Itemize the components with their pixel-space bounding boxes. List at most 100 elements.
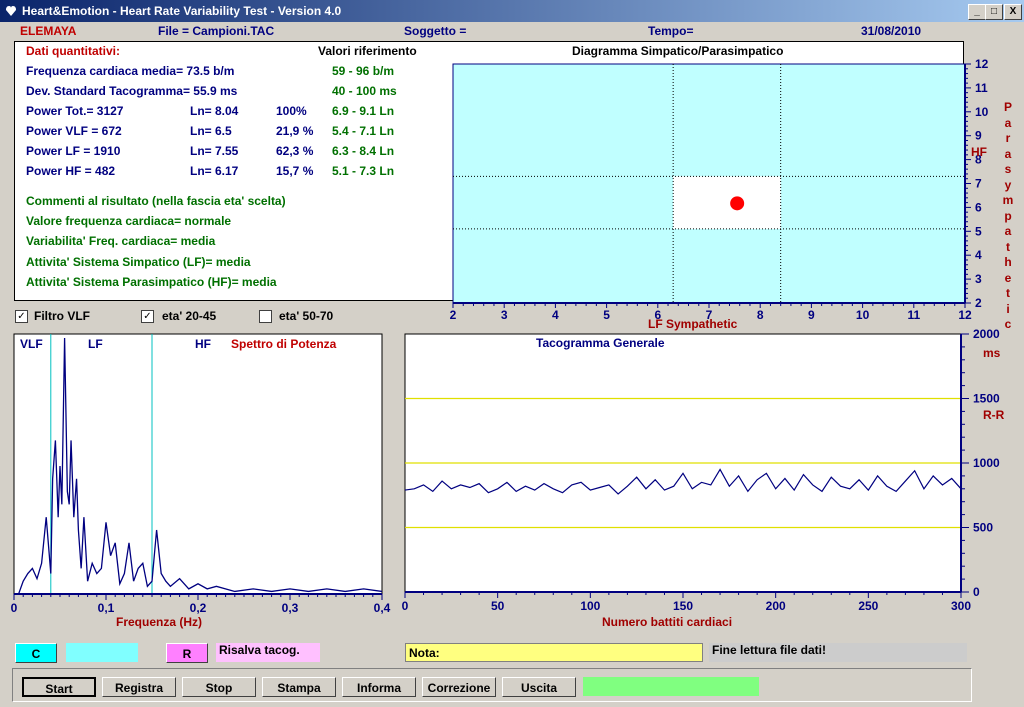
tacogram-rr-label: R-R [983,408,1005,422]
c-color-swatch [66,643,138,662]
diagram-x-tick-label: 9 [808,308,815,322]
power-row-ln: Ln= 6.5 [190,124,232,138]
comment-line: Attivita' Sistema Parasimpatico (HF)= me… [26,275,277,289]
power-row-label: Power VLF = 672 [26,124,122,138]
diagram-y-tick-label: 2 [975,296,982,310]
vlf-filter-label: Filtro VLF [34,309,90,323]
heart-rate-ref: 59 - 96 b/m [332,64,395,78]
diagram-x-tick-label: 10 [856,308,870,322]
minimize-button[interactable]: _ [968,4,986,20]
note-field[interactable]: Nota: [405,643,703,662]
power-row-ref: 6.9 - 9.1 Ln [332,104,395,118]
inform-button[interactable]: Informa [342,677,416,697]
spectrum-x-tick-label: 0,1 [98,601,115,615]
power-row-pct: 62,3 % [276,144,314,158]
close-button[interactable]: X [1004,4,1022,20]
comment-line: Valore frequenza cardiaca= normale [26,214,232,228]
power-row-ln: Ln= 7.55 [190,144,239,158]
diagram-hf-label: HF [971,145,987,159]
tacogram-x-tick-label: 300 [951,599,971,613]
spectrum-x-tick-label: 0,3 [282,601,299,615]
power-spectrum-chart: 0 0,1 0,2 0,3 0,4 [11,333,391,615]
tacogram-unit: ms [983,346,1001,360]
tacogram-title: Tacogramma Generale [536,336,665,350]
diagram-x-tick-label: 11 [907,308,920,322]
diagram-y-tick-label: 7 [975,177,982,191]
age-20-45-label: eta' 20-45 [162,309,217,323]
tacogram-y-tick-label: 500 [973,521,993,535]
record-button[interactable]: Registra [102,677,176,697]
diagram-x-tick-label: 2 [450,308,457,322]
vlf-band-label: VLF [20,337,43,351]
title-bar: Heart&Emotion - Heart Rate Variability T… [0,0,1024,22]
status-field: Fine lettura file dati! [709,643,967,662]
spectrum-xlabel: Frequenza (Hz) [116,615,203,629]
tacogram-x-tick-label: 200 [766,599,786,613]
print-button[interactable]: Stampa [262,677,336,697]
comment-line: Commenti al risultato (nella fascia eta'… [26,194,286,208]
power-row-pct: 100% [276,104,307,118]
tacogram-y-tick-label: 1000 [973,456,1000,470]
quant-heading: Dati quantitativi: [26,44,121,58]
diagram-y-tick-label: 5 [975,224,982,238]
parasympathetic-label: Parasympathetic [1002,100,1014,331]
age-50-70-checkbox[interactable] [259,310,272,323]
spectrum-title: Spettro di Potenza [231,337,337,351]
result-point [730,196,745,211]
tacogram-y-tick-label: 2000 [973,327,1000,341]
tacogram-x-tick-label: 0 [402,599,409,613]
diagram-x-tick-label: 3 [501,308,508,322]
c-button[interactable]: C [15,643,57,663]
age-50-70-label: eta' 50-70 [279,309,334,323]
time-label: Tempo= [648,24,694,38]
correction-button[interactable]: Correzione [422,677,496,697]
spectrum-plot-area [13,333,383,595]
power-row-pct: 21,9 % [276,124,314,138]
diagram-y-tick-label: 11 [975,81,988,95]
tacogram-x-tick-label: 100 [580,599,600,613]
lf-band-label: LF [88,337,103,351]
app-icon [6,6,16,16]
diagram-x-tick-label: 12 [958,308,972,322]
maximize-button[interactable]: □ [985,4,1003,20]
progress-indicator [583,677,759,696]
comment-line: Attivita' Sistema Simpatico (LF)= media [26,255,251,269]
exit-button[interactable]: Uscita [502,677,576,697]
diagram-x-tick-label: 5 [603,308,610,322]
tacogram-x-tick-label: 250 [858,599,878,613]
power-row-ref: 6.3 - 8.4 Ln [332,144,395,158]
power-row-ref: 5.4 - 7.1 Ln [332,124,395,138]
file-label: File = Campioni.TAC [158,24,275,38]
comment-line: Variabilita' Freq. cardiaca= media [26,234,216,248]
power-row-label: Power HF = 482 [26,164,116,178]
tacogram-y-tick-label: 0 [973,585,980,599]
date-label: 31/08/2010 [861,24,922,38]
diagram-y-tick-label: 6 [975,200,982,214]
power-row-label: Power Tot.= 3127 [26,104,124,118]
spectrum-x-tick-label: 0,4 [374,601,391,615]
age-20-45-checkbox[interactable]: ✓ [141,310,154,323]
spectrum-x-tick-label: 0 [11,601,18,615]
tacogram-chart: 0 50 100 150 200 250 300 2000 1500 1000 500 0 [402,327,1000,613]
power-row-pct: 15,7 % [276,164,314,178]
reference-box [673,176,781,229]
tacogram-x-tick-label: 150 [673,599,693,613]
std-dev-ref: 40 - 100 ms [332,84,397,98]
diagram-y-tick-label: 12 [975,57,989,71]
power-row-ln: Ln= 6.17 [190,164,239,178]
heart-rate-text: Frequenza cardiaca media= 73.5 b/m [26,64,235,78]
power-row-ref: 5.1 - 7.3 Ln [332,164,395,178]
sympathetic-diagram: 2 3 4 5 6 7 8 9 10 11 1212111098765432 [450,57,989,322]
diagram-x-tick-label: 8 [757,308,764,322]
diagram-y-tick-label: 9 [975,129,982,143]
diagram-y-tick-label: 10 [975,105,989,119]
save-tacogram-field[interactable]: Risalva tacog. [216,643,320,662]
std-dev-text: Dev. Standard Tacogramma= 55.9 ms [26,84,238,98]
vlf-filter-checkbox[interactable]: ✓ [15,310,28,323]
tacogram-x-tick-label: 50 [491,599,505,613]
stop-button[interactable]: Stop [182,677,256,697]
ref-heading: Valori riferimento [318,44,417,58]
r-button[interactable]: R [166,643,208,663]
start-button[interactable]: Start [22,677,96,697]
tacogram-xlabel: Numero battiti cardiaci [602,615,733,629]
